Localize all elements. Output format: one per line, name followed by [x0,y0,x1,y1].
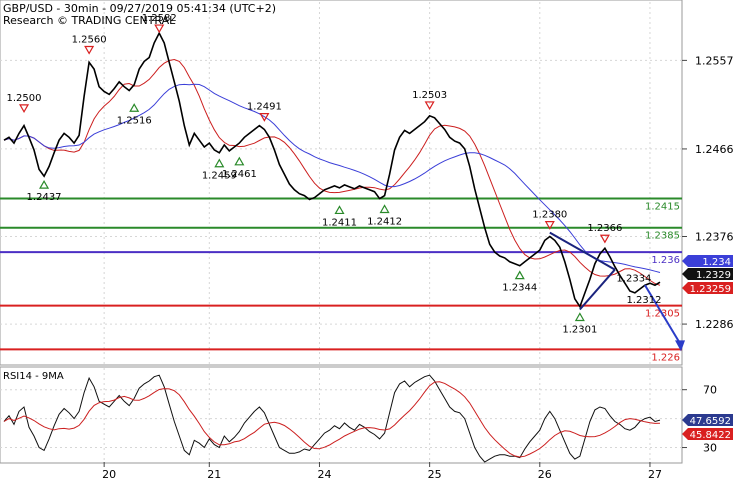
rsi-tick-label-0: 70 [703,384,717,397]
rsi-tick-label-1: 30 [703,442,717,455]
price-label-1: 1.2437 [27,192,62,203]
price-label-16: 1.2312 [626,295,661,306]
y-tick-label-3: 1.2286 [695,318,734,331]
x-tick-label-1: 21 [207,468,221,480]
price-label-12: 1.2380 [532,210,567,221]
level-label-4: 1.226 [651,352,680,363]
x-tick-label-5: 27 [648,468,662,480]
price-label-10: 1.2503 [412,90,447,101]
price-tag-text-0: 1.234 [702,257,731,268]
price-label-0: 1.2500 [7,93,42,104]
y-tick-label-2: 1.2376 [695,231,734,244]
price-tags-layer: 1.234 1.2329 1.23259 47.6592 45.8422 [682,255,733,441]
level-label-2: 1.236 [651,255,680,266]
rsi-panel-frame [0,366,683,464]
rsi-title: RSI14 - 9MA [3,371,64,382]
rsi-tag-text-0: 47.6592 [690,416,731,427]
price-label-9: 1.2412 [367,216,402,227]
price-label-11: 1.2344 [502,283,537,294]
price-label-2: 1.2560 [72,34,107,45]
chart-root: 1.24151.23851.2361.23051.226 1.25001.243… [0,0,735,480]
y-tick-label-0: 1.2557 [695,54,734,67]
price-label-14: 1.2366 [587,223,622,234]
x-tick-label-3: 25 [428,468,442,480]
price-tag-text-2: 1.23259 [690,284,731,295]
price-label-7: 1.2491 [247,102,282,113]
level-label-1: 1.2385 [645,231,680,242]
price-label-6: 1.2461 [222,169,257,180]
price-panel-frame [0,0,683,366]
x-tick-label-0: 20 [102,468,116,480]
x-tick-label-2: 24 [317,468,331,480]
chart-subtitle: Research © TRADING CENTRAL [3,14,176,27]
x-tick-label-4: 26 [538,468,552,480]
y-tick-label-1: 1.2466 [695,143,734,156]
chart-svg: 1.24151.23851.2361.23051.226 1.25001.243… [0,0,734,480]
price-label-8: 1.2411 [322,217,357,228]
price-label-13: 1.2301 [562,324,597,335]
price-label-15: 1.2334 [616,273,651,284]
price-tag-text-1: 1.2329 [696,270,731,281]
level-label-0: 1.2415 [645,202,680,213]
price-label-3: 1.2516 [117,115,152,126]
rsi-tag-text-1: 45.8422 [690,430,731,441]
